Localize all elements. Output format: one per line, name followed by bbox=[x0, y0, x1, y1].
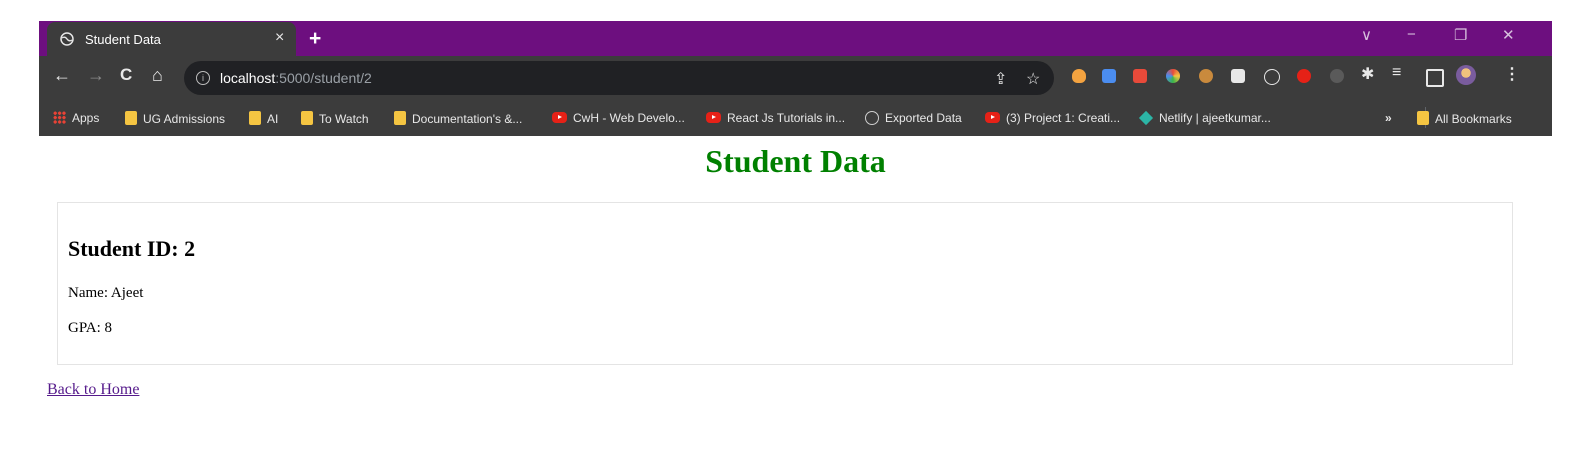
restore-button[interactable]: ❐ bbox=[1454, 26, 1467, 44]
extension-icon[interactable] bbox=[1072, 69, 1086, 83]
bookmark-label: To Watch bbox=[319, 112, 369, 126]
reading-list-icon[interactable]: ≡ bbox=[1392, 64, 1401, 82]
react-devtools-icon[interactable] bbox=[1264, 69, 1280, 85]
browser-window: Student Data × + ∨ − ❐ ✕ ← → C ⌂ i local… bbox=[39, 21, 1552, 136]
back-button[interactable]: ← bbox=[53, 65, 71, 86]
site-info-icon[interactable]: i bbox=[196, 71, 210, 85]
color-picker-extension-icon[interactable] bbox=[1166, 69, 1180, 83]
cookie-extension-icon[interactable] bbox=[1199, 69, 1213, 83]
bookmark-project-1[interactable]: (3) Project 1: Creati... bbox=[985, 111, 1120, 125]
bookmark-cwh[interactable]: CwH - Web Develo... bbox=[552, 111, 685, 125]
bookmark-to-watch[interactable]: To Watch bbox=[301, 111, 369, 126]
bookmark-ai[interactable]: AI bbox=[249, 111, 278, 126]
bookmark-label: Netlify | ajeetkumar... bbox=[1159, 111, 1271, 125]
extension-icon[interactable] bbox=[1102, 69, 1116, 83]
bookmark-label: Apps bbox=[72, 111, 100, 125]
folder-icon bbox=[1417, 111, 1429, 125]
bookmark-label: React Js Tutorials in... bbox=[727, 111, 846, 125]
address-bar[interactable]: i localhost:5000/student/2 ⇪ ☆ bbox=[184, 61, 1054, 95]
bookmark-label: Exported Data bbox=[885, 111, 962, 125]
new-tab-button[interactable]: + bbox=[309, 27, 321, 51]
extension-icon[interactable] bbox=[1133, 69, 1147, 83]
minimize-button[interactable]: − bbox=[1407, 26, 1416, 43]
bookmark-star-icon[interactable]: ☆ bbox=[1026, 69, 1040, 89]
bookmark-exported-data[interactable]: Exported Data bbox=[865, 111, 962, 125]
folder-icon bbox=[249, 111, 261, 125]
globe-icon bbox=[60, 32, 74, 46]
home-button[interactable]: ⌂ bbox=[152, 65, 163, 86]
back-to-home-link[interactable]: Back to Home bbox=[47, 381, 139, 399]
bookmark-label: AI bbox=[267, 112, 279, 126]
bookmark-label: Documentation's &... bbox=[412, 112, 523, 126]
extension-icon[interactable] bbox=[1297, 69, 1311, 83]
folder-icon bbox=[394, 111, 406, 125]
tab-title: Student Data bbox=[85, 32, 161, 47]
all-bookmarks-button[interactable]: All Bookmarks bbox=[1417, 111, 1512, 126]
youtube-icon bbox=[985, 112, 1000, 123]
bookmark-label: UG Admissions bbox=[143, 112, 226, 126]
bookmark-documentation[interactable]: Documentation's &... bbox=[394, 111, 522, 126]
student-name: Name: Ajeet bbox=[68, 285, 144, 301]
close-window-button[interactable]: ✕ bbox=[1502, 26, 1515, 44]
forward-button[interactable]: → bbox=[87, 65, 105, 86]
folder-icon bbox=[125, 111, 137, 125]
bookmark-netlify[interactable]: Netlify | ajeetkumar... bbox=[1138, 110, 1271, 126]
tab-search-icon[interactable]: ∨ bbox=[1361, 26, 1372, 44]
tab-strip: Student Data × + ∨ − ❐ ✕ bbox=[39, 21, 1552, 56]
share-icon[interactable]: ⇪ bbox=[994, 69, 1007, 89]
student-id-heading: Student ID: 2 bbox=[68, 236, 196, 261]
student-gpa: GPA: 8 bbox=[68, 320, 113, 336]
menu-icon[interactable]: ⋮ bbox=[1504, 64, 1520, 84]
page-title: Student Data bbox=[705, 143, 886, 179]
apps-grid-icon bbox=[53, 111, 66, 124]
url-text[interactable]: localhost:5000/student/2 bbox=[220, 70, 372, 86]
url-path: :5000/student/2 bbox=[275, 70, 372, 86]
student-card bbox=[57, 202, 1513, 365]
bookmarks-overflow-button[interactable]: » bbox=[1385, 111, 1392, 125]
browser-toolbar: ← → C ⌂ i localhost:5000/student/2 ⇪ ☆ ✱… bbox=[39, 56, 1552, 99]
globe-icon bbox=[865, 111, 879, 125]
bookmark-react-tutorials[interactable]: React Js Tutorials in... bbox=[706, 111, 845, 125]
url-host: localhost bbox=[220, 70, 276, 86]
folder-icon bbox=[301, 111, 313, 125]
bookmarks-bar: Apps UG Admissions AI To Watch Documenta… bbox=[39, 99, 1552, 136]
bookmark-label: (3) Project 1: Creati... bbox=[1006, 111, 1121, 125]
reload-button[interactable]: C bbox=[120, 65, 132, 85]
youtube-icon bbox=[706, 112, 721, 123]
netlify-icon bbox=[1138, 110, 1154, 126]
bookmark-label: All Bookmarks bbox=[1435, 112, 1512, 126]
youtube-icon bbox=[552, 112, 567, 123]
extension-icon[interactable] bbox=[1231, 69, 1245, 83]
extensions-puzzle-icon[interactable]: ✱ bbox=[1361, 64, 1374, 84]
side-panel-icon[interactable] bbox=[1426, 69, 1444, 87]
extension-icon[interactable] bbox=[1330, 69, 1344, 83]
tab-close-icon[interactable]: × bbox=[275, 29, 284, 47]
bookmark-label: CwH - Web Develo... bbox=[573, 111, 685, 125]
bookmark-apps[interactable]: Apps bbox=[53, 111, 99, 125]
tab-student-data[interactable]: Student Data × bbox=[47, 22, 296, 56]
avatar[interactable] bbox=[1456, 65, 1476, 85]
bookmark-ug-admissions[interactable]: UG Admissions bbox=[125, 111, 225, 126]
